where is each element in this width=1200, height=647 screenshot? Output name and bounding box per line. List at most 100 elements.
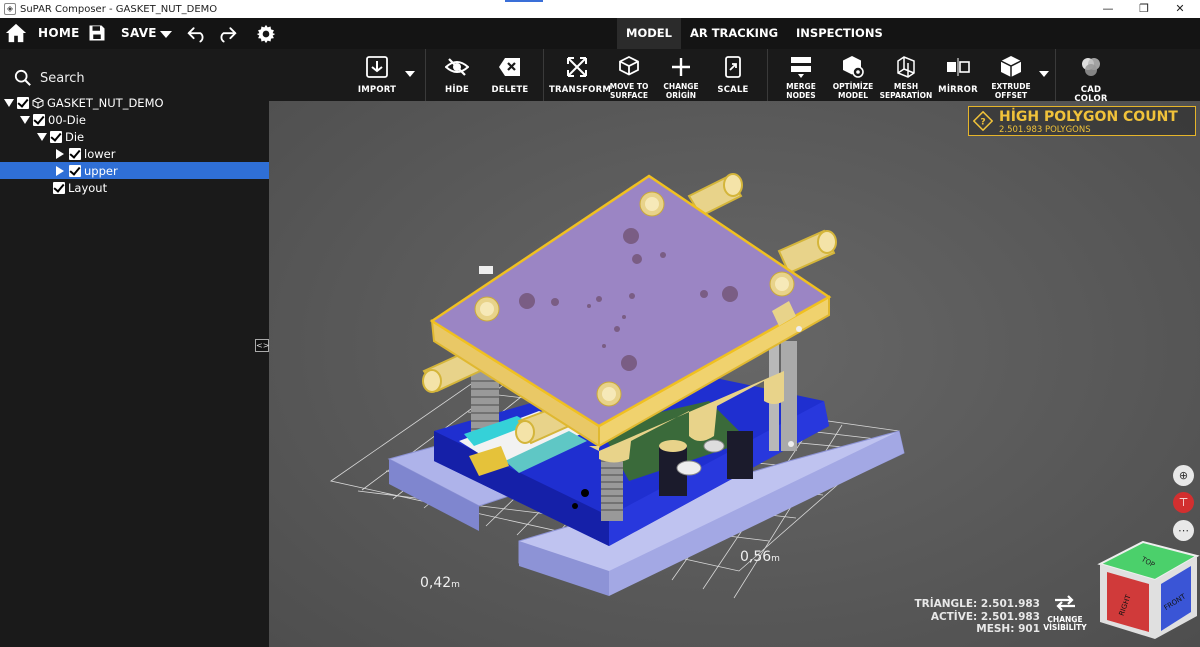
expand-arrow-icon[interactable] bbox=[37, 132, 47, 141]
mirror-button[interactable]: MİRROR bbox=[937, 49, 979, 101]
toolbar-separator bbox=[425, 49, 426, 101]
dimension-unit: m bbox=[451, 580, 460, 590]
visibility-checkbox[interactable] bbox=[69, 164, 81, 177]
save-button[interactable]: SAVE bbox=[121, 18, 157, 49]
minimize-button[interactable]: — bbox=[1088, 0, 1128, 18]
toolbar-separator bbox=[1055, 49, 1056, 101]
label-line: MODEL bbox=[838, 91, 868, 100]
3d-viewport[interactable]: 0,56m 0,42m ⊕ ⊤ ⋯ TOP RIGHT FRONT bbox=[269, 101, 1200, 647]
undo-icon[interactable] bbox=[187, 25, 207, 43]
visibility-checkbox[interactable] bbox=[33, 113, 45, 126]
change-visibility-button[interactable]: CHANGE VİSİBİLİTY bbox=[1043, 593, 1087, 633]
extrude-dropdown-icon[interactable] bbox=[1039, 71, 1049, 77]
optimize-model-label: OPTİMİZE MODEL bbox=[829, 82, 877, 100]
transform-label: TRANSFORM bbox=[549, 85, 611, 95]
tree-item-00-die[interactable]: 00-Die bbox=[0, 111, 269, 128]
search-box[interactable]: Search bbox=[14, 68, 85, 88]
merge-nodes-label: MERGE NODES bbox=[777, 82, 825, 100]
label-line: MESH bbox=[893, 82, 919, 91]
window-title: SuPAR Composer - GASKET_NUT_DEMO bbox=[20, 3, 218, 15]
label-line: NODES bbox=[786, 91, 816, 100]
svg-text:?: ? bbox=[980, 116, 985, 127]
hide-label: HİDE bbox=[445, 85, 469, 95]
home-button[interactable]: HOME bbox=[38, 18, 80, 49]
redo-icon[interactable] bbox=[217, 25, 237, 43]
mirror-label: MİRROR bbox=[938, 85, 978, 95]
visibility-checkbox[interactable] bbox=[17, 96, 29, 109]
cad-color-icon bbox=[1082, 58, 1100, 76]
label-line: ORİGİN bbox=[665, 91, 697, 100]
tree-item-lower[interactable]: lower bbox=[0, 145, 269, 162]
mesh-separation-icon bbox=[897, 56, 915, 78]
restore-button[interactable]: ❐ bbox=[1124, 0, 1164, 18]
dimension-width-label: 0,56m bbox=[740, 549, 780, 565]
label-line: OPTİMİZE bbox=[832, 82, 874, 91]
search-icon bbox=[14, 69, 31, 86]
panel-collapse-handle[interactable]: <> bbox=[255, 339, 269, 352]
settings-gear-icon[interactable] bbox=[256, 24, 276, 44]
delete-label: DELETE bbox=[491, 85, 529, 95]
transform-button[interactable]: TRANSFORM bbox=[549, 49, 611, 101]
warning-subtitle: 2.501.983 POLYGONS bbox=[999, 125, 1091, 135]
tree-item-die[interactable]: Die bbox=[0, 128, 269, 145]
import-button[interactable]: IMPORT bbox=[357, 49, 397, 101]
merge-nodes-icon bbox=[791, 57, 811, 78]
scale-label: SCALE bbox=[717, 85, 749, 95]
tree-item-label: 00-Die bbox=[48, 112, 86, 127]
expand-arrow-icon[interactable] bbox=[20, 115, 30, 124]
optimize-model-button[interactable]: OPTİMİZE MODEL bbox=[829, 49, 877, 101]
titlebar-accent bbox=[505, 0, 543, 2]
change-visibility-label: CHANGE VİSİBİLİTY bbox=[1043, 615, 1087, 633]
save-dropdown-icon[interactable] bbox=[160, 31, 172, 38]
tab-inspections[interactable]: INSPECTIONS bbox=[787, 18, 892, 49]
visibility-checkbox[interactable] bbox=[53, 181, 65, 194]
tree-item-label: GASKET_NUT_DEMO bbox=[47, 95, 164, 110]
label-line: SURFACE bbox=[610, 91, 648, 100]
tree-item-label: Die bbox=[65, 129, 85, 144]
tab-ar-tracking[interactable]: AR TRACKING bbox=[681, 18, 787, 49]
warning-title: HİGH POLYGON COUNT bbox=[999, 109, 1178, 125]
tree-item-upper[interactable]: upper bbox=[0, 162, 269, 179]
close-button[interactable]: ✕ bbox=[1160, 0, 1200, 18]
home-icon[interactable] bbox=[5, 22, 27, 44]
hide-button[interactable]: HİDE bbox=[437, 49, 477, 101]
collapse-arrow-icon[interactable] bbox=[56, 165, 64, 176]
tree-item-layout[interactable]: Layout bbox=[0, 179, 269, 196]
change-origin-button[interactable]: CHANGE ORİGİN bbox=[657, 49, 705, 101]
import-label: IMPORT bbox=[357, 85, 397, 95]
die-model-scene[interactable] bbox=[269, 101, 1200, 647]
label-line: EXTRUDE bbox=[991, 82, 1031, 91]
change-origin-label: CHANGE ORİGİN bbox=[657, 82, 705, 100]
tab-model[interactable]: MODEL bbox=[617, 18, 681, 49]
scale-button[interactable]: SCALE bbox=[711, 49, 755, 101]
delete-icon bbox=[499, 58, 520, 76]
delete-button[interactable]: DELETE bbox=[489, 49, 531, 101]
move-to-surface-icon bbox=[619, 55, 639, 76]
pivot-icon[interactable]: ⊕ bbox=[1173, 465, 1194, 486]
save-icon[interactable] bbox=[88, 24, 106, 42]
dimension-value: 0,42 bbox=[420, 575, 452, 591]
label-line: MOVE TO bbox=[609, 82, 649, 91]
ground-snap-icon[interactable]: ⊤ bbox=[1173, 492, 1194, 513]
scale-icon bbox=[725, 56, 741, 78]
import-dropdown-icon[interactable] bbox=[405, 71, 415, 77]
visibility-checkbox[interactable] bbox=[69, 147, 81, 160]
tree-item-gasket-nut-demo[interactable]: GASKET_NUT_DEMO bbox=[0, 94, 269, 111]
transform-icon bbox=[567, 57, 587, 77]
stat-mesh: MESH: 901 bbox=[976, 623, 1040, 635]
model-toolbar: IMPORT HİDE DELETE TRANSFORM MOVE TO SURF… bbox=[269, 49, 1200, 104]
mesh-stats: TRİANGLE: 2.501.983 ACTİVE: 2.501.983 ME… bbox=[910, 598, 1040, 636]
expand-arrow-icon[interactable] bbox=[4, 98, 14, 107]
extrude-offset-label: EXTRUDE OFFSET bbox=[987, 82, 1035, 100]
merge-nodes-button[interactable]: MERGE NODES bbox=[777, 49, 825, 101]
swap-arrows-icon bbox=[1055, 595, 1075, 611]
cad-color-button[interactable]: CAD COLOR bbox=[1063, 49, 1119, 104]
collapse-arrow-icon[interactable] bbox=[56, 148, 64, 159]
mesh-separation-button[interactable]: MESH SEPARATİON bbox=[879, 49, 933, 101]
visibility-checkbox[interactable] bbox=[50, 130, 62, 143]
view-cube[interactable]: TOP RIGHT FRONT bbox=[1095, 534, 1200, 647]
extrude-offset-button[interactable]: EXTRUDE OFFSET bbox=[987, 49, 1035, 101]
menubar: HOME SAVE MODEL AR TRACKING INSPECTIONS bbox=[0, 18, 1200, 49]
dimension-depth-label: 0,42m bbox=[420, 575, 460, 591]
move-to-surface-button[interactable]: MOVE TO SURFACE bbox=[605, 49, 653, 101]
